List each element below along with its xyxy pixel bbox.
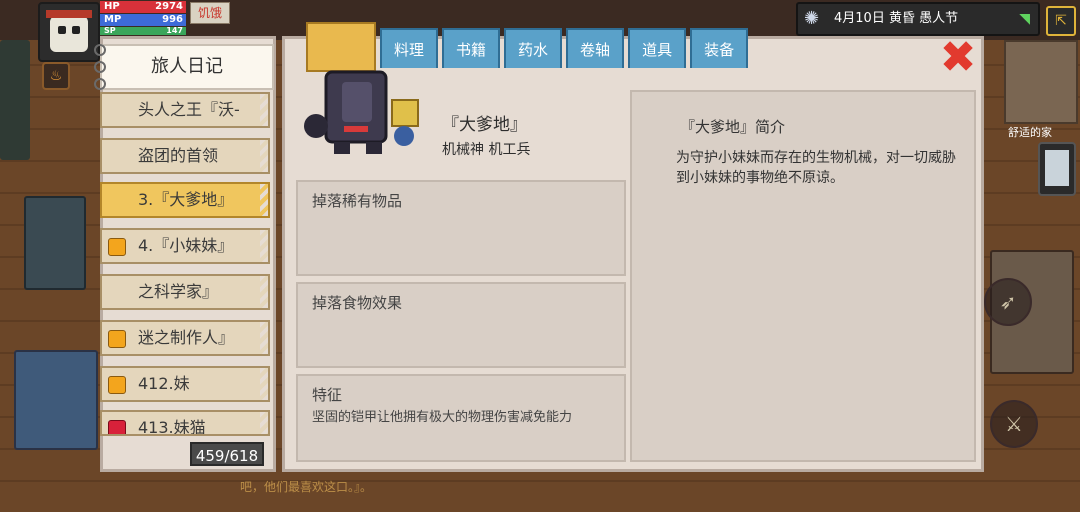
list-item[interactable]: 之科学家』 xyxy=(100,274,270,310)
stat-bars: HP 2974 MP 996 SP 147 xyxy=(100,1,186,36)
tab-equipment[interactable]: 装备 xyxy=(690,28,749,68)
food-effect-title: 掉落食物效果 xyxy=(312,294,403,312)
sp-bar: SP 147 xyxy=(100,27,186,35)
mp-label: MP xyxy=(104,14,122,25)
list-item[interactable]: 盗团的首领 xyxy=(100,138,270,174)
list-item[interactable]: 头人之王『沃- xyxy=(100,92,270,128)
tab-books[interactable]: 书籍 xyxy=(442,28,501,68)
list-item-label: 盗团的首领 xyxy=(138,146,219,165)
list-item-label: 头人之王『沃- xyxy=(138,100,240,119)
avatar-eye-left xyxy=(58,26,66,34)
enemy-sprite xyxy=(304,70,419,154)
food-effect-box: 掉落食物效果 xyxy=(296,282,626,368)
minimap[interactable] xyxy=(1004,40,1078,124)
phone-button[interactable] xyxy=(1038,142,1076,196)
chat-text: 吧，他们最喜欢这口。』。 xyxy=(240,480,373,494)
hp-value: 2974 xyxy=(155,1,183,12)
red-gem-icon xyxy=(108,420,126,434)
feature-box: 特征 坚固的铠甲让他拥有极大的物理伤害减免能力 xyxy=(296,374,626,462)
list-item-selected[interactable]: 3.『大爹地』 xyxy=(100,182,270,218)
mp-bar: MP 996 xyxy=(100,14,186,26)
list-item-label: 412.妹 xyxy=(138,374,190,393)
torn-edge xyxy=(260,230,268,262)
sp-label: SP xyxy=(104,27,116,35)
sp-value: 147 xyxy=(166,27,183,35)
feature-text: 坚固的铠甲让他拥有极大的物理伤害减免能力 xyxy=(312,410,573,425)
minimap-label: 舒适的家 xyxy=(1008,126,1052,139)
torn-edge xyxy=(260,276,268,308)
list-item[interactable]: 迷之制作人』 xyxy=(100,320,270,356)
list-item[interactable]: 4.『小妹妹』 xyxy=(100,228,270,264)
enemy-info: 『大爹地』 机械神 机工兵 xyxy=(442,110,530,159)
description-box: 『大爹地』简介 为守护小妹妹而存在的生物机械，对一切威胁到小妹妹的事物绝不原谅。 xyxy=(630,90,976,462)
rare-drops-box: 掉落稀有物品 xyxy=(296,180,626,276)
tab-potions[interactable]: 药水 xyxy=(504,28,563,68)
avatar-face xyxy=(50,16,88,52)
bed-decor xyxy=(14,350,98,450)
list-item-label: 3.『大爹地』 xyxy=(138,190,234,209)
hp-label: HP xyxy=(104,1,120,12)
torn-edge xyxy=(260,322,268,354)
gold-gem-icon xyxy=(108,238,126,256)
plant-decor xyxy=(0,40,30,160)
exit-button[interactable]: ⇱ xyxy=(1046,6,1076,36)
gold-gem-icon xyxy=(108,376,126,394)
description-text: 为守护小妹妹而存在的生物机械，对一切威胁到小妹妹的事物绝不原谅。 xyxy=(676,150,956,186)
status-bar: ✺ 4月10日 黄昏 愚人节 ◥ xyxy=(796,2,1040,36)
torn-edge xyxy=(260,140,268,172)
wifi-icon: ◥ xyxy=(1019,11,1030,27)
sun-icon: ✺ xyxy=(804,8,820,29)
sword-weapon-button[interactable]: ⚔ xyxy=(990,400,1038,448)
rare-drops-title: 掉落稀有物品 xyxy=(312,192,403,210)
gold-gem-icon xyxy=(108,330,126,348)
list-item-label: 4.『小妹妹』 xyxy=(138,236,234,255)
list-item-label: 迷之制作人』 xyxy=(138,328,235,347)
list-item-label: 之科学家』 xyxy=(138,282,219,301)
phone-screen xyxy=(1045,150,1069,186)
date-text: 4月10日 黄昏 愚人节 xyxy=(834,11,959,26)
torn-edge xyxy=(260,412,268,434)
list-item-label: 413.妹猫 xyxy=(138,418,206,436)
bow-weapon-button[interactable]: ➶ xyxy=(984,278,1032,326)
avatar-eye-right xyxy=(72,26,80,34)
hp-bar: HP 2974 xyxy=(100,1,186,13)
tab-items[interactable]: 道具 xyxy=(628,28,687,68)
entry-count: 459/618 xyxy=(190,442,264,466)
cabinet-decor xyxy=(24,196,86,290)
torn-edge xyxy=(260,94,268,126)
tab-scrolls[interactable]: 卷轴 xyxy=(566,28,625,68)
journal-title: 旅人日记 xyxy=(100,44,274,90)
torn-edge xyxy=(260,184,268,216)
hunger-status: 饥饿 xyxy=(190,2,230,24)
list-item[interactable]: 412.妹 xyxy=(100,366,270,402)
enemy-name: 『大爹地』 xyxy=(442,115,527,135)
ring-binder-icon xyxy=(94,44,106,90)
torn-edge xyxy=(260,368,268,400)
avatar-headband xyxy=(46,10,92,18)
description-title: 『大爹地』简介 xyxy=(680,118,786,136)
enemy-type: 机械神 机工兵 xyxy=(442,142,531,158)
list-item[interactable]: 413.妹猫 xyxy=(100,410,270,436)
fire-buff-icon[interactable]: ♨ xyxy=(42,62,70,90)
mp-value: 996 xyxy=(162,14,183,25)
close-button[interactable]: ✖ xyxy=(938,36,978,80)
feature-title: 特征 xyxy=(312,386,343,404)
